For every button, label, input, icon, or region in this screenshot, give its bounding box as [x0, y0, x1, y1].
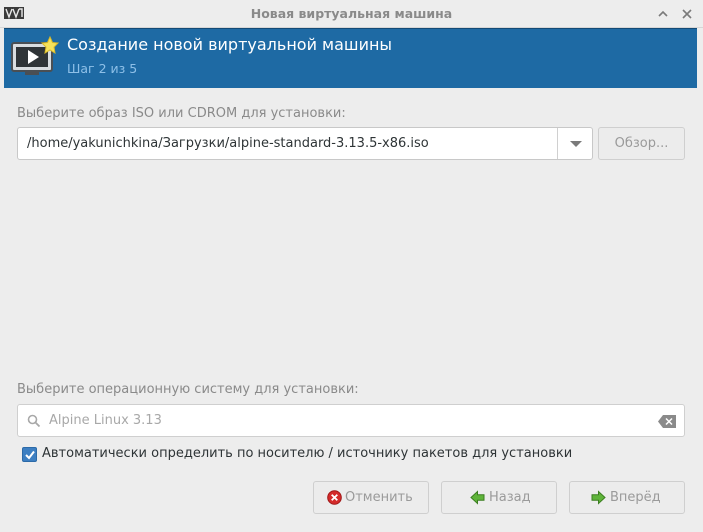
chevron-down-icon — [570, 141, 582, 147]
back-button[interactable]: Назад — [441, 481, 557, 514]
close-icon[interactable] — [678, 5, 696, 23]
os-search-value: Alpine Linux 3.13 — [49, 413, 162, 428]
back-label: Назад — [489, 490, 531, 505]
wizard-step: Шаг 2 из 5 — [67, 61, 138, 76]
cancel-label: Отменить — [345, 490, 413, 505]
cancel-button[interactable]: Отменить — [313, 481, 429, 514]
iso-path-value[interactable]: /home/yakunichkina/Загрузки/alpine-stand… — [27, 136, 429, 151]
cancel-icon — [327, 490, 342, 505]
arrow-right-icon — [591, 490, 606, 505]
iso-path-combobox[interactable]: /home/yakunichkina/Загрузки/alpine-stand… — [17, 127, 593, 160]
os-search-input[interactable]: Alpine Linux 3.13 — [17, 404, 685, 437]
vm-create-icon — [11, 35, 60, 75]
arrow-left-icon — [470, 490, 485, 505]
wizard-header: Создание новой виртуальной машины Шаг 2 … — [4, 28, 697, 88]
iso-dropdown-button[interactable] — [557, 128, 592, 159]
search-icon — [27, 414, 41, 428]
clear-icon[interactable] — [658, 415, 676, 428]
wizard-title: Создание новой виртуальной машины — [67, 35, 393, 54]
check-icon — [25, 450, 35, 460]
next-label: Вперёд — [610, 490, 661, 505]
browse-button[interactable]: Обзор... — [598, 127, 685, 160]
auto-detect-checkbox[interactable] — [22, 447, 37, 462]
iso-label: Выберите образ ISO или CDROM для установ… — [17, 106, 346, 121]
maximize-icon[interactable] — [654, 5, 672, 23]
next-button[interactable]: Вперёд — [569, 481, 685, 514]
auto-detect-label[interactable]: Автоматически определить по носителю / и… — [42, 446, 572, 461]
window-title: Новая виртуальная машина — [250, 6, 453, 21]
os-label: Выберите операционную систему для устано… — [17, 382, 359, 397]
window-titlebar: Новая виртуальная машина — [0, 0, 703, 28]
